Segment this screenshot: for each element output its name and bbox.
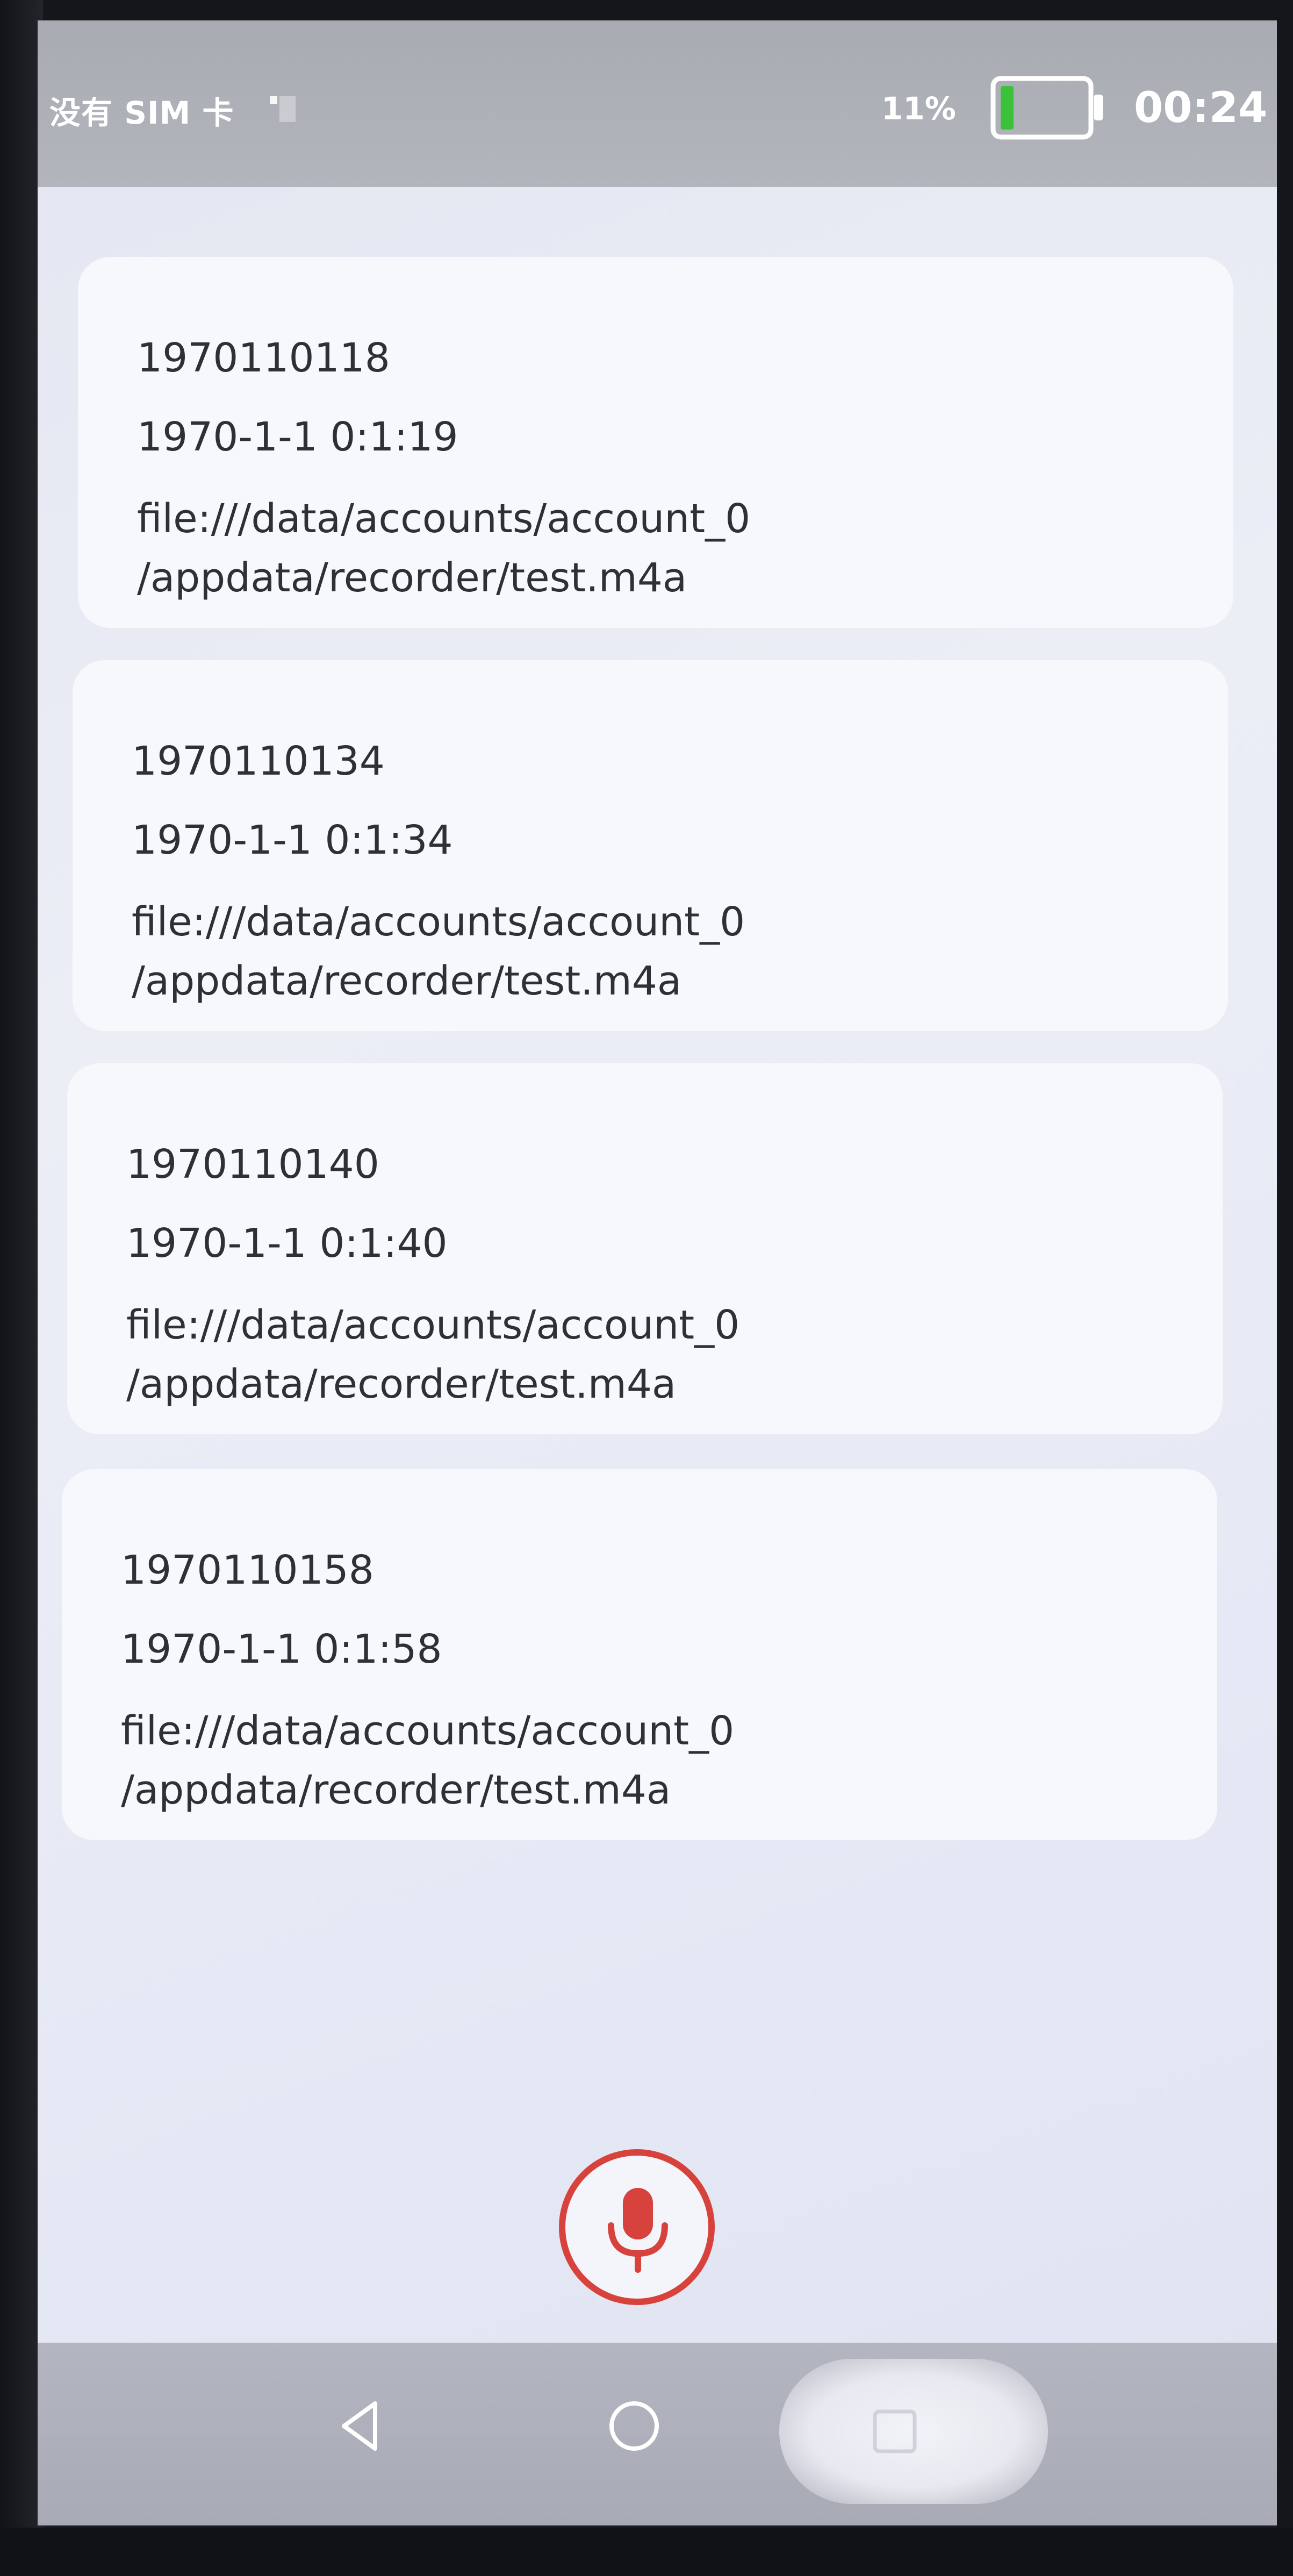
recording-time: 1970-1-1 0:1:34 bbox=[132, 817, 453, 863]
recording-path: file:///data/accounts/account_0 /appdata… bbox=[132, 899, 745, 1004]
carrier-label: 没有 SIM 卡 bbox=[49, 95, 234, 131]
signal-icon bbox=[270, 96, 296, 122]
device-bezel-right bbox=[1277, 0, 1293, 2576]
recording-path: file:///data/accounts/account_0 /appdata… bbox=[126, 1302, 740, 1407]
recording-name: 1970110158 bbox=[121, 1547, 374, 1593]
triangle-back-icon[interactable] bbox=[328, 2394, 392, 2458]
status-bar: 没有 SIM 卡 11% 00:24 bbox=[38, 20, 1277, 187]
recording-time: 1970-1-1 0:1:19 bbox=[137, 414, 458, 460]
recording-item[interactable]: 1970110118 1970-1-1 0:1:19 file:///data/… bbox=[78, 257, 1233, 628]
recording-time: 1970-1-1 0:1:40 bbox=[126, 1220, 448, 1266]
device-bezel-top bbox=[0, 0, 1293, 20]
recording-name: 1970110134 bbox=[132, 738, 385, 784]
recording-name: 1970110118 bbox=[137, 335, 390, 381]
recording-path: file:///data/accounts/account_0 /appdata… bbox=[137, 496, 751, 601]
device-bezel-left bbox=[0, 0, 43, 2576]
microphone-icon bbox=[608, 2188, 668, 2273]
recording-name: 1970110140 bbox=[126, 1141, 379, 1187]
square-recent-icon[interactable] bbox=[865, 2402, 924, 2461]
recording-item[interactable]: 1970110140 1970-1-1 0:1:40 file:///data/… bbox=[67, 1063, 1223, 1434]
phone-screen: 没有 SIM 卡 11% 00:24 1970110118 1970-1-1 0… bbox=[38, 20, 1277, 2525]
battery-icon bbox=[990, 76, 1103, 140]
recording-item[interactable]: 1970110158 1970-1-1 0:1:58 file:///data/… bbox=[62, 1469, 1217, 1840]
status-clock: 00:24 bbox=[1134, 84, 1268, 132]
recording-time: 1970-1-1 0:1:58 bbox=[121, 1626, 442, 1672]
battery-percent: 11% bbox=[881, 90, 956, 127]
recording-item[interactable]: 1970110134 1970-1-1 0:1:34 file:///data/… bbox=[73, 660, 1228, 1031]
record-button[interactable] bbox=[559, 2149, 715, 2305]
recording-path: file:///data/accounts/account_0 /appdata… bbox=[121, 1708, 735, 1813]
device-bezel-bottom bbox=[0, 2528, 1293, 2576]
navigation-bar bbox=[38, 2343, 1277, 2525]
circle-home-icon[interactable] bbox=[602, 2394, 666, 2458]
